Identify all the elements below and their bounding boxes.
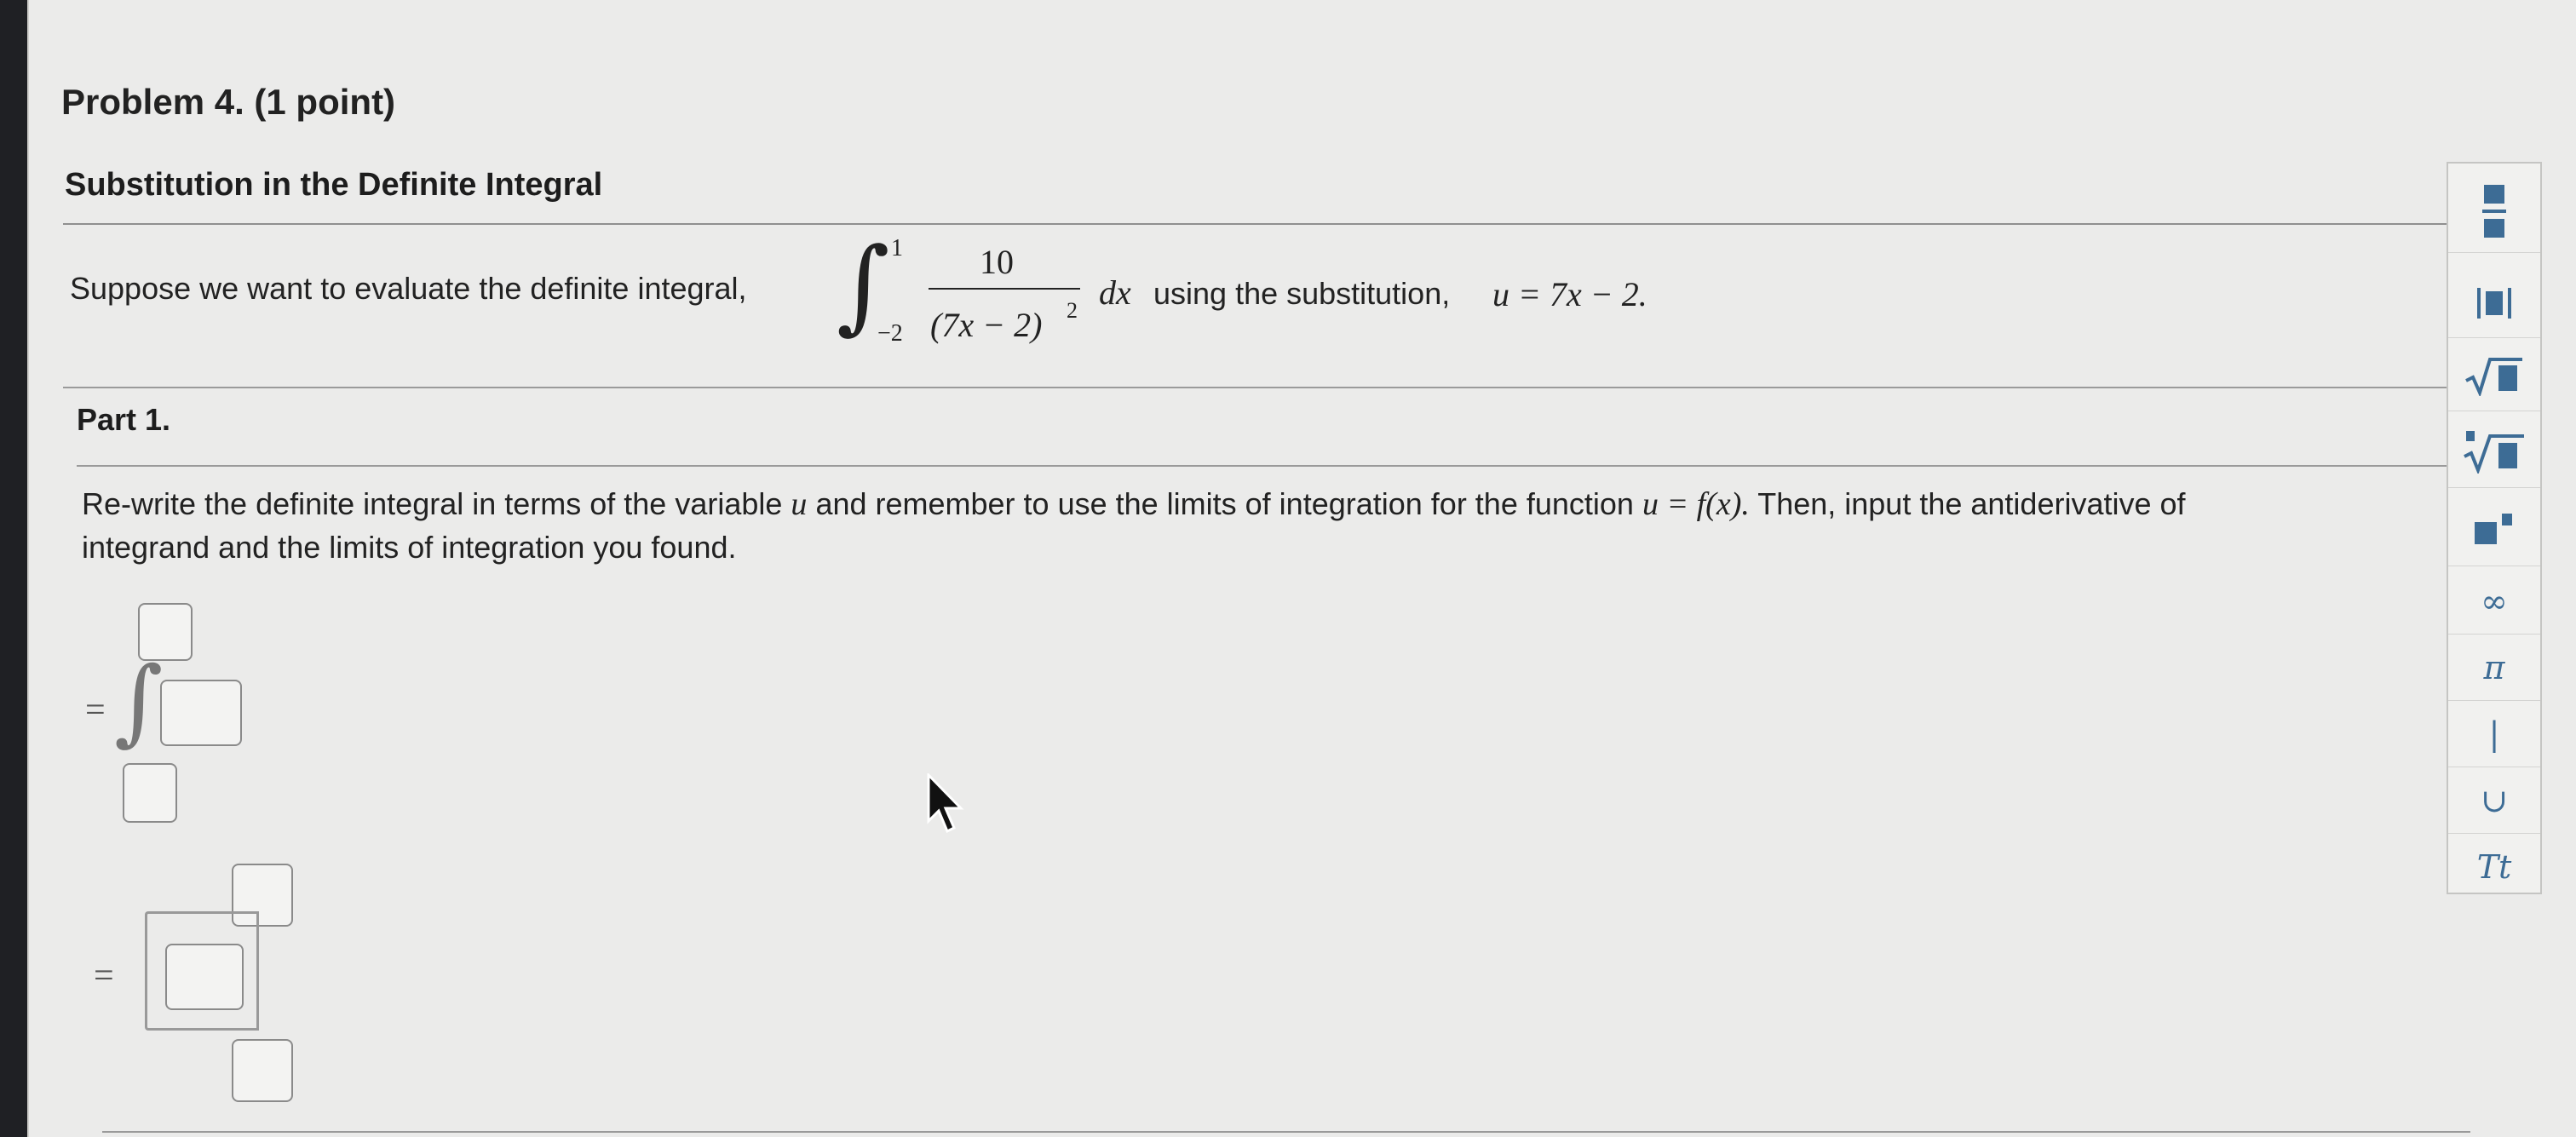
union-tool-icon[interactable]: ∪	[2448, 768, 2540, 834]
statement-middle: using the substitution,	[1153, 276, 1451, 311]
vertical-bar-label: |	[2488, 715, 2500, 753]
var-u: u	[791, 486, 808, 522]
bracket-lower-limit-input[interactable]	[232, 1039, 293, 1102]
denominator: (7x − 2)	[930, 306, 1043, 344]
problem-page: Problem 4. (1 point) Substitution in the…	[27, 0, 2576, 1137]
statement-prefix: Suppose we want to evaluate the definite…	[70, 271, 747, 306]
integral-sign: ∫	[114, 646, 164, 755]
substitution: u = 7x − 2.	[1492, 275, 1647, 313]
infinity-label: ∞	[2481, 583, 2508, 620]
instruction-text: Re-write the definite integral in terms …	[82, 486, 783, 521]
upper-limit: 1	[891, 235, 903, 261]
dx: dx	[1099, 273, 1131, 312]
absolute-value-tool-icon[interactable]	[2448, 269, 2540, 338]
infinity-tool-icon[interactable]: ∞	[2448, 569, 2540, 635]
lower-limit: −2	[877, 320, 903, 347]
fraction-bar	[929, 288, 1080, 290]
instruction-line1: Re-write the definite integral in terms …	[82, 485, 2186, 523]
instruction-text: and remember to use the limits of integr…	[815, 486, 1634, 521]
text-tool-icon[interactable]: Tt	[2448, 835, 2540, 899]
integrand-input[interactable]	[160, 680, 242, 746]
square-root-tool-icon[interactable]	[2448, 342, 2540, 411]
mouse-cursor-icon	[927, 772, 968, 839]
union-label: ∪	[2481, 782, 2508, 819]
exponent: 2	[1067, 298, 1078, 323]
lower-limit-input[interactable]	[123, 763, 177, 823]
divider	[63, 223, 2499, 225]
equals-sign: =	[94, 956, 114, 996]
math-toolbar: ∞ π | ∪ Tt	[2447, 162, 2542, 894]
instruction-line2: integrand and the limits of integration …	[82, 530, 737, 565]
exponent-tool-icon[interactable]	[2448, 492, 2540, 566]
vertical-bar-tool-icon[interactable]: |	[2448, 702, 2540, 767]
instruction-text: Then, input the antiderivative of	[1757, 486, 2186, 521]
nth-root-tool-icon[interactable]	[2448, 416, 2540, 488]
problem-title: Problem 4. (1 point)	[61, 82, 395, 123]
function-expr: u = f(x).	[1642, 486, 1750, 522]
fraction-tool-icon[interactable]	[2448, 170, 2540, 253]
divider	[63, 387, 2482, 388]
numerator: 10	[980, 243, 1014, 281]
divider	[102, 1131, 2470, 1133]
equals-sign: =	[85, 691, 106, 730]
pi-label: π	[2483, 649, 2505, 686]
problem-number: Problem 4.	[61, 82, 244, 122]
problem-points: (1 point)	[254, 82, 396, 122]
antiderivative-input[interactable]	[165, 944, 244, 1010]
divider	[77, 465, 2475, 467]
text-tool-label: Tt	[2476, 848, 2512, 886]
pi-tool-icon[interactable]: π	[2448, 635, 2540, 701]
section-title: Substitution in the Definite Integral	[65, 167, 603, 203]
part-title: Part 1.	[77, 402, 171, 437]
